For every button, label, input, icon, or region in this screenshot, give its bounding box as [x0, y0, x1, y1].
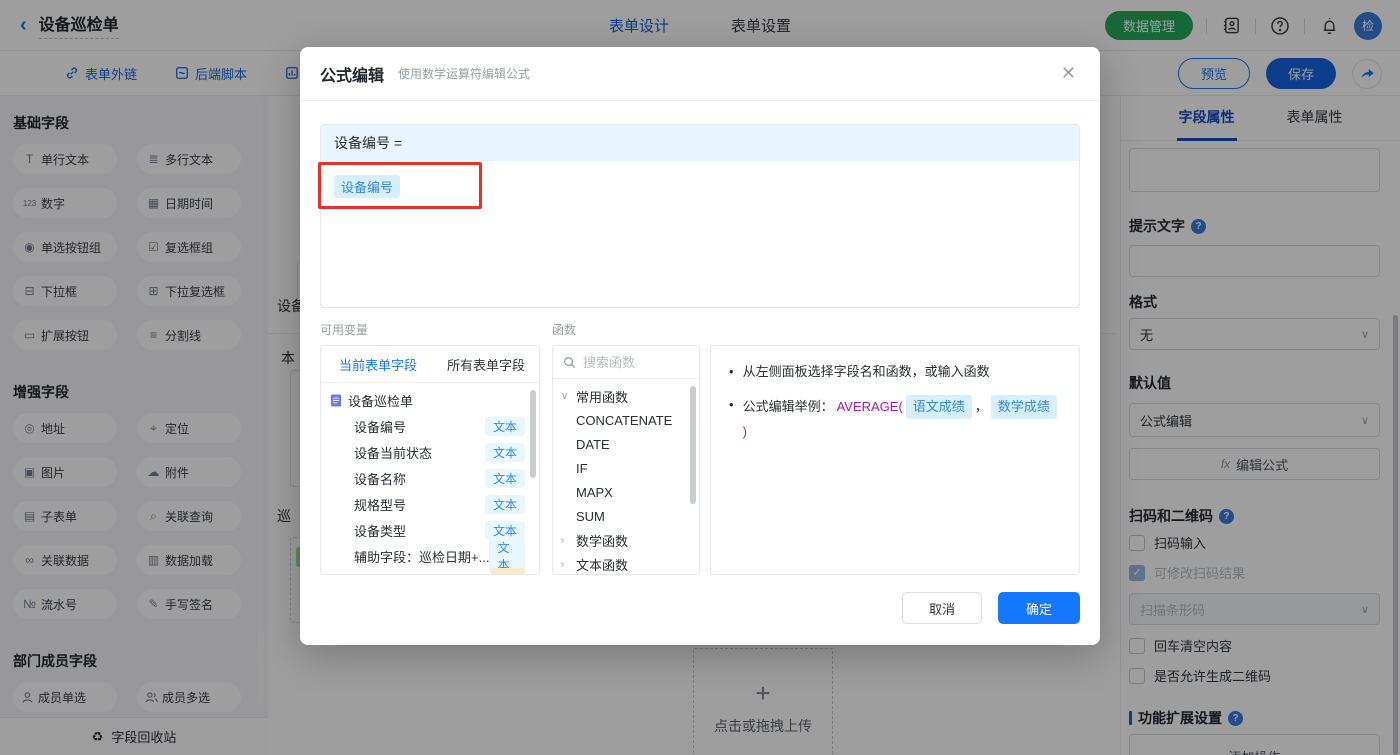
example-variable-tag: 语文成绩 [905, 395, 972, 419]
chevron-right-icon: › [561, 558, 565, 570]
chevron-down-icon: ∨ [561, 390, 569, 402]
tree-field-label: 设备名称 [354, 471, 407, 487]
tab-all-form-fields[interactable]: 所有表单字段 [447, 355, 525, 374]
formula-editor: 设备编号 = 设备编号 [320, 124, 1080, 308]
fn-group-math[interactable]: › 数学函数 [553, 528, 699, 552]
tree-root-form[interactable]: 设备巡检单 [321, 387, 539, 413]
function-close-text: ) [742, 424, 747, 439]
cancel-button[interactable]: 取消 [902, 592, 982, 624]
functions-panel: ∨ 常用函数 CONCATENATE DATE IF MAPX SUM › 数学… [552, 345, 700, 575]
modal-subtitle: 使用数学运算符编辑公式 [398, 67, 531, 81]
bullet-icon: • [729, 364, 734, 379]
functions-scrollbar[interactable] [690, 386, 696, 504]
fn-if[interactable]: IF [553, 456, 699, 480]
function-name-text: AVERAGE( [836, 399, 903, 414]
fn-group-label: 文本函数 [576, 557, 629, 573]
clipped-badge-fragment [491, 568, 525, 574]
formula-target-field: 设备编号 = [321, 125, 1079, 161]
chevron-right-icon: › [561, 534, 565, 546]
fn-sum[interactable]: SUM [553, 504, 699, 528]
help-line-2: • 公式编辑举例： AVERAGE( 语文成绩 ， 数学成绩 ) [729, 395, 1061, 442]
fn-group-label: 数学函数 [576, 533, 629, 549]
tree-field-aux-field[interactable]: 辅助字段：巡检日期+... 文本 [321, 538, 539, 574]
field-type-badge: 文本 [484, 442, 525, 462]
screen: ‹ 设备巡检单 表单设计 表单设置 数据管理 检 表单外链 后端脚本 预览 保存… [0, 0, 1400, 755]
tree-field-label: 辅助字段：巡检日期+... [354, 549, 490, 565]
search-icon [563, 356, 576, 368]
formula-editor-modal: 公式编辑 使用数学运算符编辑公式 ✕ 设备编号 = 设备编号 可用变量 函数 当… [300, 47, 1100, 645]
variables-panel: 当前表单字段 所有表单字段 设备巡检单 设备编号 文本 设备当前状态 文本 设备名称… [320, 345, 540, 575]
variables-tabs: 当前表单字段 所有表单字段 [321, 346, 539, 383]
tree-field-label: 规格型号 [354, 497, 407, 513]
modal-header: 公式编辑 使用数学运算符编辑公式 ✕ [300, 47, 1100, 101]
field-type-badge: 文本 [484, 468, 525, 488]
fn-group-common[interactable]: ∨ 常用函数 [553, 384, 699, 408]
help-panel: • 从左侧面板选择字段名和函数，或输入函数 • 公式编辑举例： AVERAGE(… [710, 345, 1080, 575]
bullet-icon: • [729, 397, 734, 412]
tree-field-device-code[interactable]: 设备编号 文本 [321, 413, 539, 439]
functions-panel-label: 函数 [552, 323, 577, 337]
confirm-button[interactable]: 确定 [998, 592, 1080, 624]
close-icon[interactable]: ✕ [1061, 64, 1076, 82]
formula-variable-tag[interactable]: 设备编号 [334, 175, 401, 198]
tree-field-device-status[interactable]: 设备当前状态 文本 [321, 439, 539, 465]
fn-concatenate[interactable]: CONCATENATE [553, 408, 699, 432]
tree-field-label: 设备编号 [354, 419, 407, 435]
modal-footer: 取消 确定 [902, 592, 1080, 624]
comma-text: ， [974, 399, 988, 414]
tree-root-label: 设备巡检单 [348, 393, 414, 409]
function-search[interactable] [553, 346, 699, 379]
field-type-badge: 文本 [484, 416, 525, 436]
help-line-1: • 从左侧面板选择字段名和函数，或输入函数 [729, 362, 1061, 382]
form-doc-icon [330, 393, 342, 407]
tree-field-device-name[interactable]: 设备名称 文本 [321, 465, 539, 491]
help-example: 公式编辑举例： AVERAGE( 语文成绩 ， 数学成绩 ) [743, 395, 1061, 442]
tree-field-spec-model[interactable]: 规格型号 文本 [321, 491, 539, 517]
example-variable-tag: 数学成绩 [990, 395, 1057, 419]
modal-title: 公式编辑 [320, 67, 385, 85]
variables-scrollbar[interactable] [530, 390, 536, 478]
tree-field-label: 设备当前状态 [354, 445, 433, 461]
fn-mapx[interactable]: MAPX [553, 480, 699, 504]
fn-date[interactable]: DATE [553, 432, 699, 456]
tab-current-form-fields[interactable]: 当前表单字段 [339, 355, 417, 374]
help-text: 公式编辑举例： [742, 399, 834, 414]
tree-field-label: 设备类型 [354, 523, 407, 539]
field-type-badge: 文本 [484, 494, 525, 514]
formula-input-area[interactable]: 设备编号 [321, 161, 1079, 307]
variables-tree: 设备巡检单 设备编号 文本 设备当前状态 文本 设备名称 文本 规格型号 文本 设备类型… [321, 383, 539, 574]
fn-group-text[interactable]: › 文本函数 [553, 552, 699, 574]
fn-group-label: 常用函数 [576, 389, 629, 405]
function-search-input[interactable] [583, 354, 678, 370]
variables-panel-label: 可用变量 [320, 323, 369, 337]
help-text: 从左侧面板选择字段名和函数，或输入函数 [742, 364, 990, 379]
field-type-badge: 文本 [484, 520, 525, 540]
